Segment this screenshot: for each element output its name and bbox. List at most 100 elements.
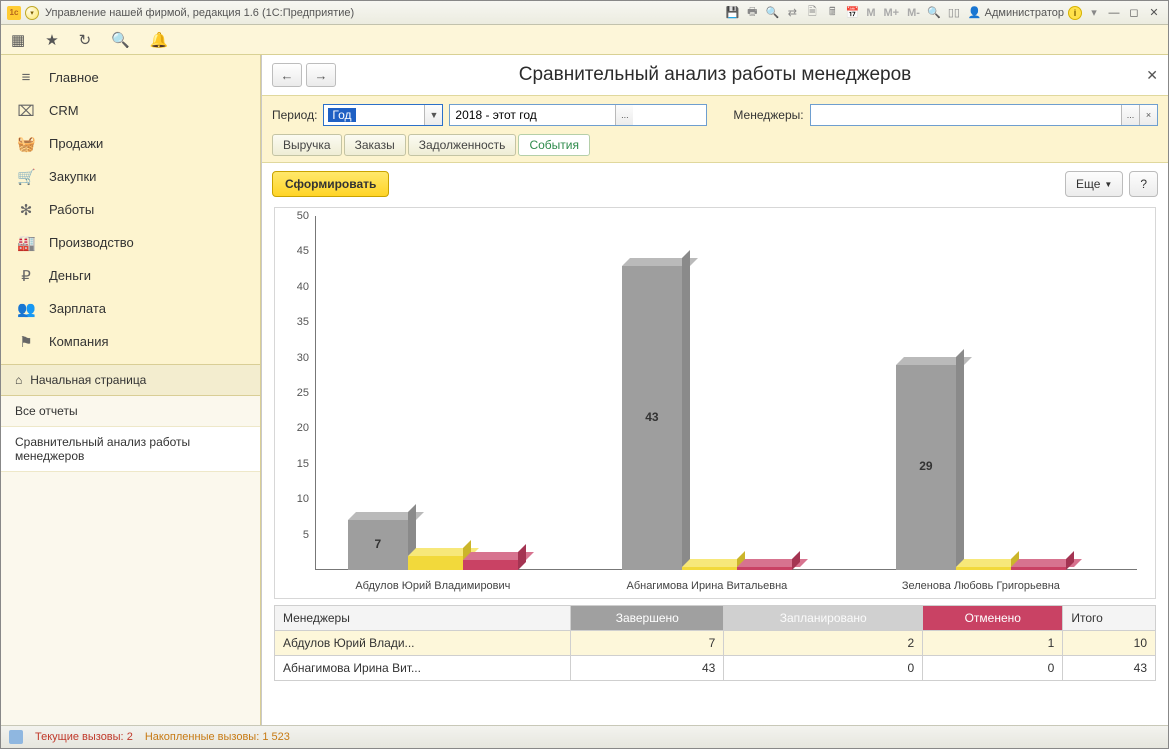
section-icon: 👥 [17,300,35,318]
col-header[interactable]: Итого [1063,606,1156,631]
tab-1[interactable]: Заказы [344,134,406,156]
col-header[interactable]: Запланировано [724,606,923,631]
col-header[interactable]: Отменено [923,606,1063,631]
clear-button[interactable]: × [1139,105,1157,125]
titlebar-tools: 💾 🖶 🔍 ⇄ 🗎 🖩 📅 M M+ M- 🔍 ▯▯ 👤 Администрат… [724,5,1162,21]
home-link[interactable]: ⌂ Начальная страница [1,364,260,396]
save-icon[interactable]: 💾 [724,5,740,21]
favorite-icon[interactable]: ★ [45,31,58,49]
cell-done: 7 [571,631,724,656]
y-tick: 45 [297,245,309,257]
apps-icon[interactable]: ▦ [11,31,25,49]
sub-current-report[interactable]: Сравнительный анализ работы менеджеров [1,427,260,472]
section-icon: 🛒 [17,168,35,186]
y-tick: 30 [297,352,309,364]
managers-value[interactable] [811,105,1121,125]
history-icon[interactable]: ↻ [79,31,92,49]
period-type-select[interactable]: Год ▼ [323,104,443,126]
bar-s2 [463,560,518,570]
y-tick: 50 [297,210,309,222]
zoom-icon[interactable]: 🔍 [926,5,942,21]
sidebar-item-label: Производство [49,235,134,250]
cell-plan: 2 [724,631,923,656]
app-menu-orb[interactable]: ▾ [25,6,39,20]
data-table-wrap: МенеджерыЗавершеноЗапланированоОтмененоИ… [262,599,1168,681]
bar-s2 [737,567,792,570]
dropdown-icon[interactable]: ▾ [1086,5,1102,21]
minimize-button[interactable]: — [1106,5,1122,21]
calendar-icon[interactable]: 📅 [844,5,860,21]
ellipsis-button[interactable]: ... [615,105,633,125]
sidebar: ≡Главное ⌧ CRM 🧺Продажи🛒Закупки✻Работы 🏭 Прои… [1,55,261,725]
y-tick: 10 [297,493,309,505]
y-tick: 15 [297,458,309,470]
section-icon: 🏭 [17,234,35,252]
data-table: МенеджерыЗавершеноЗапланированоОтмененоИ… [274,605,1156,681]
sidebar-item-label: Главное [49,70,99,85]
managers-select[interactable]: ... × [810,104,1158,126]
panels-icon[interactable]: ▯▯ [946,5,962,21]
search-icon[interactable]: 🔍 [111,31,130,49]
sidebar-item-1[interactable]: ⌧ CRM [1,94,260,127]
memory-m-plus[interactable]: M+ [882,5,902,21]
more-button[interactable]: Еще▼ [1065,171,1123,197]
quick-access-toolbar: ▦ ★ ↻ 🔍 🔔 [1,25,1168,55]
nav-sections: ≡Главное ⌧ CRM 🧺Продажи🛒Закупки✻Работы 🏭 Прои… [1,55,260,364]
chevron-down-icon[interactable]: ▼ [424,105,442,125]
tab-2[interactable]: Задолженность [408,134,517,156]
table-row[interactable]: Абнагимова Ирина Вит...430043 [275,656,1156,681]
sidebar-item-label: CRM [49,103,79,118]
status-icon [9,730,23,744]
print-icon[interactable]: 🖶 [744,5,760,21]
sidebar-item-8[interactable]: ⚑Компания [1,325,260,358]
info-icon[interactable]: i [1068,6,1082,20]
maximize-button[interactable]: ◻ [1126,5,1142,21]
doc-icon[interactable]: 🗎 [804,5,820,21]
section-icon: ₽ [17,267,35,285]
generate-button[interactable]: Сформировать [272,171,389,197]
home-icon: ⌂ [15,373,22,387]
period-range-input[interactable]: ... [449,104,707,126]
sidebar-item-2[interactable]: 🧺Продажи [1,127,260,160]
tab-0[interactable]: Выручка [272,134,342,156]
sidebar-item-7[interactable]: 👥Зарплата [1,292,260,325]
section-icon: ⌧ [17,102,35,120]
bell-icon[interactable]: 🔔 [150,31,169,49]
sidebar-item-3[interactable]: 🛒Закупки [1,160,260,193]
calc-icon[interactable]: 🖩 [824,5,840,21]
bar-s1 [956,567,1011,570]
preview-icon[interactable]: 🔍 [764,5,780,21]
sidebar-item-5[interactable]: 🏭 Производство [1,226,260,259]
period-range-value[interactable] [450,105,615,125]
period-label: Период: [272,108,317,122]
tab-3[interactable]: События [518,134,590,156]
y-tick: 25 [297,387,309,399]
help-button[interactable]: ? [1129,171,1158,197]
compare-icon[interactable]: ⇄ [784,5,800,21]
y-tick: 40 [297,281,309,293]
content-area: ← → Сравнительный анализ работы менеджер… [261,55,1168,725]
sidebar-item-0[interactable]: ≡Главное [1,61,260,94]
sidebar-item-4[interactable]: ✻Работы [1,193,260,226]
ellipsis-button[interactable]: ... [1121,105,1139,125]
memory-m[interactable]: M [864,5,877,21]
bar-s2 [1011,567,1066,570]
memory-m-minus[interactable]: M- [905,5,922,21]
x-label: Зеленова Любовь Григорьевна [902,580,1060,592]
y-tick: 35 [297,316,309,328]
x-label: Абнагимова Ирина Витальевна [626,580,787,592]
col-header[interactable]: Завершено [571,606,724,631]
col-header[interactable]: Менеджеры [275,606,571,631]
chart: 5101520253035404550 74329 Абдулов Юрий В… [274,207,1156,599]
cell-total: 10 [1063,631,1156,656]
home-label: Начальная страница [30,373,146,387]
close-window-button[interactable]: ✕ [1146,5,1162,21]
sub-all-reports[interactable]: Все отчеты [1,396,260,427]
sidebar-item-6[interactable]: ₽Деньги [1,259,260,292]
y-tick: 5 [303,529,309,541]
bar-main: 7 [348,520,408,570]
current-user[interactable]: 👤 Администратор [968,6,1064,19]
bar-main: 29 [896,365,956,570]
cell-name: Абнагимова Ирина Вит... [275,656,571,681]
table-row[interactable]: Абдулов Юрий Влади...72110 [275,631,1156,656]
